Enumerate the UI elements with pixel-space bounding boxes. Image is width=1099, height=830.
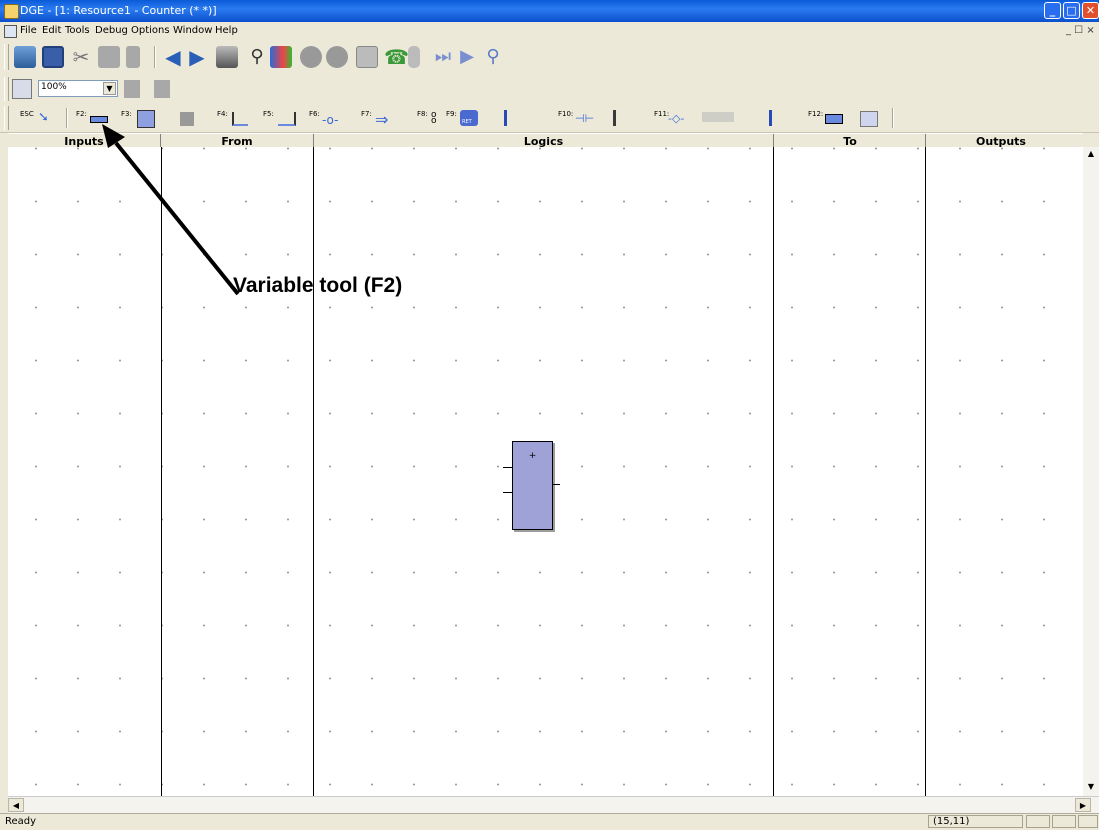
horizontal-scrollbar[interactable]: ◀ ▶: [8, 796, 1099, 813]
scroll-down-icon[interactable]: ▼: [1083, 781, 1099, 793]
status-coordinates: (15,11): [928, 815, 1023, 828]
scroll-right-icon[interactable]: ▶: [1075, 798, 1091, 812]
scroll-left-icon[interactable]: ◀: [8, 798, 24, 812]
vertical-scrollbar[interactable]: ▲ ▼: [1083, 147, 1099, 796]
status-pane: [1078, 815, 1098, 828]
status-text: Ready: [5, 816, 37, 827]
status-bar: Ready (15,11): [0, 813, 1099, 830]
scroll-up-icon[interactable]: ▲: [1083, 149, 1099, 159]
annotation-arrow: [102, 124, 240, 296]
annotation-label: Variable tool (F2): [233, 274, 403, 297]
status-pane: [1026, 815, 1050, 828]
status-pane: [1052, 815, 1076, 828]
